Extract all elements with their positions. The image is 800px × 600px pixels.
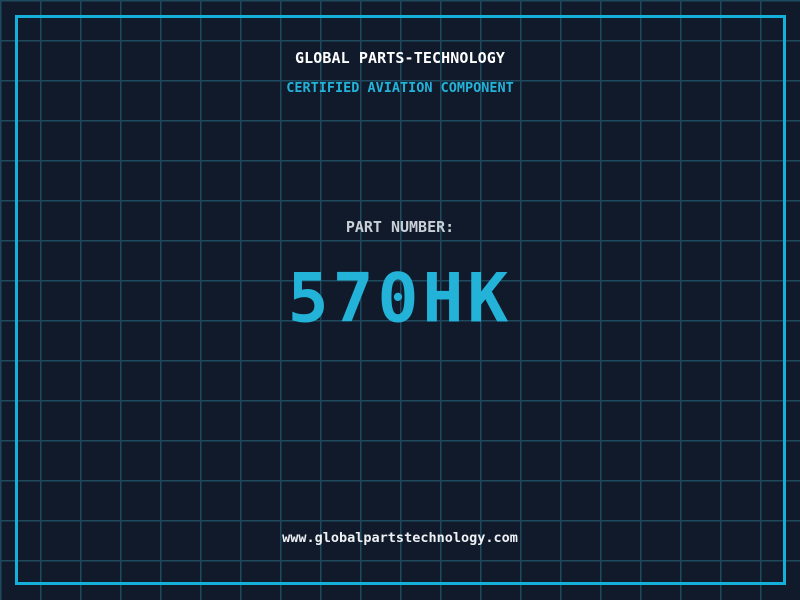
certification-tagline: CERTIFIED AVIATION COMPONENT xyxy=(286,80,514,96)
part-number-value: 570HK xyxy=(288,260,513,339)
part-number-label: PART NUMBER: xyxy=(346,218,454,236)
website-url: www.globalpartstechnology.com xyxy=(282,530,518,546)
aviation-part-label: { "header": { "company": "GLOBAL PARTS-T… xyxy=(0,0,800,600)
company-name: GLOBAL PARTS-TECHNOLOGY xyxy=(295,49,505,67)
